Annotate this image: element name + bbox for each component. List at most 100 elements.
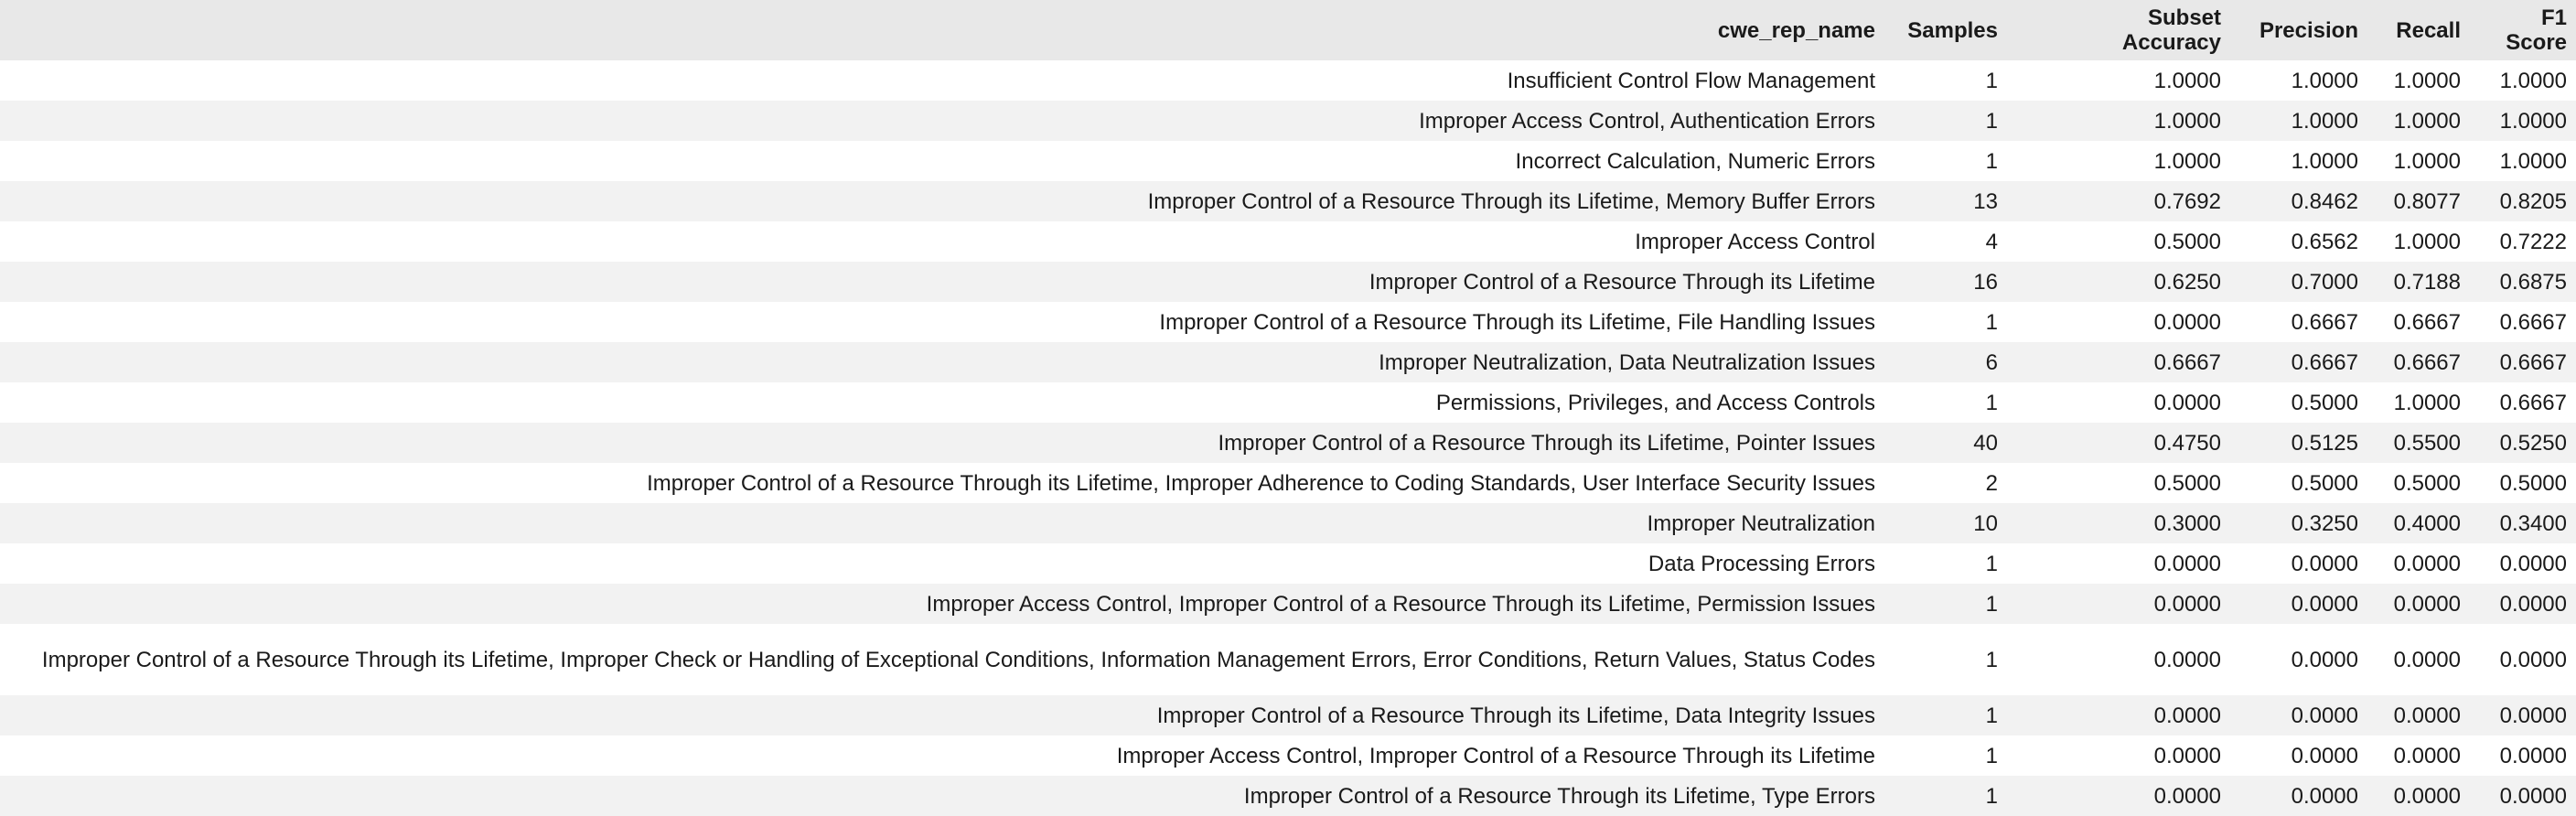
cell-precision: 0.5125 xyxy=(2291,430,2358,456)
cell-recall: 0.6667 xyxy=(2393,309,2461,335)
table-row: Insufficient Control Flow Management 1 1.0… xyxy=(0,60,2576,101)
cell-subset-accuracy: 0.0000 xyxy=(2153,647,2221,672)
cell-precision: 0.5000 xyxy=(2291,390,2358,415)
cell-recall: 0.0000 xyxy=(2393,591,2461,617)
cell-f1-score: 0.6667 xyxy=(2499,309,2567,335)
cell-samples: 4 xyxy=(1985,229,1998,254)
cell-subset-accuracy: 0.0000 xyxy=(2153,309,2221,335)
cell-samples: 1 xyxy=(1985,743,1998,768)
cell-samples: 16 xyxy=(1973,269,1998,295)
cell-recall: 0.7188 xyxy=(2393,269,2461,295)
cell-f1-score: 0.0000 xyxy=(2499,591,2567,617)
column-header-subset-accuracy[interactable]: Subset Accuracy xyxy=(2007,0,2230,60)
cell-precision: 0.8462 xyxy=(2291,188,2358,214)
cell-precision: 0.3250 xyxy=(2291,510,2358,536)
cell-samples: 1 xyxy=(1985,390,1998,415)
cell-recall: 0.0000 xyxy=(2393,783,2461,809)
cell-name: Improper Control of a Resource Through i… xyxy=(1156,703,1875,728)
cell-subset-accuracy: 0.0000 xyxy=(2153,703,2221,728)
column-header-samples[interactable]: Samples xyxy=(1884,0,2007,60)
cell-samples: 2 xyxy=(1985,470,1998,496)
table-row: Improper Control of a Resource Through i… xyxy=(0,776,2576,816)
cell-precision: 0.0000 xyxy=(2291,703,2358,728)
cell-recall: 0.5500 xyxy=(2393,430,2461,456)
column-header-precision[interactable]: Precision xyxy=(2230,0,2367,60)
cell-precision: 0.0000 xyxy=(2291,551,2358,576)
cell-name: Improper Access Control, Improper Contro… xyxy=(1116,743,1875,768)
cell-name: Improper Control of a Resource Through i… xyxy=(1147,188,1875,214)
cell-subset-accuracy: 0.0000 xyxy=(2153,743,2221,768)
cell-name: Improper Control of a Resource Through i… xyxy=(1368,269,1875,295)
cell-samples: 10 xyxy=(1973,510,1998,536)
cell-f1-score: 1.0000 xyxy=(2499,108,2567,134)
cell-subset-accuracy: 0.0000 xyxy=(2153,390,2221,415)
cell-recall: 0.0000 xyxy=(2393,551,2461,576)
cell-precision: 1.0000 xyxy=(2291,68,2358,93)
cell-name: Improper Access Control xyxy=(1635,229,1875,254)
cell-f1-score: 0.5000 xyxy=(2499,470,2567,496)
cell-samples: 13 xyxy=(1973,188,1998,214)
cell-subset-accuracy: 1.0000 xyxy=(2153,108,2221,134)
cell-samples: 1 xyxy=(1985,591,1998,617)
cell-recall: 1.0000 xyxy=(2393,148,2461,174)
cell-f1-score: 0.0000 xyxy=(2499,647,2567,672)
cell-recall: 0.0000 xyxy=(2393,647,2461,672)
cell-samples: 1 xyxy=(1985,703,1998,728)
cell-subset-accuracy: 0.0000 xyxy=(2153,783,2221,809)
cell-name: Improper Control of a Resource Through i… xyxy=(1218,430,1875,456)
cell-f1-score: 1.0000 xyxy=(2499,148,2567,174)
cell-recall: 0.8077 xyxy=(2393,188,2461,214)
cell-subset-accuracy: 0.4750 xyxy=(2153,430,2221,456)
cell-samples: 40 xyxy=(1973,430,1998,456)
cell-name: Improper Access Control, Improper Contro… xyxy=(926,591,1875,617)
cell-f1-score: 0.0000 xyxy=(2499,703,2567,728)
table-row: Improper Control of a Resource Through i… xyxy=(0,423,2576,463)
cell-f1-score: 0.6667 xyxy=(2499,390,2567,415)
cell-samples: 1 xyxy=(1985,309,1998,335)
cell-precision: 0.6667 xyxy=(2291,349,2358,375)
table-body: Insufficient Control Flow Management 1 1.0… xyxy=(0,60,2576,816)
cell-precision: 0.0000 xyxy=(2291,783,2358,809)
cell-name: Improper Neutralization xyxy=(1647,510,1875,536)
cell-subset-accuracy: 0.7692 xyxy=(2153,188,2221,214)
cell-name: Improper Control of a Resource Through i… xyxy=(647,470,1875,496)
cell-subset-accuracy: 1.0000 xyxy=(2153,68,2221,93)
table-row: Data Processing Errors 1 0.0000 0.0000 0.000… xyxy=(0,543,2576,584)
cell-subset-accuracy: 0.5000 xyxy=(2153,229,2221,254)
cell-name: Improper Control of a Resource Through i… xyxy=(1159,309,1875,335)
cell-subset-accuracy: 0.3000 xyxy=(2153,510,2221,536)
results-table: cwe_rep_name Samples Subset Accuracy Prec… xyxy=(0,0,2576,816)
cell-precision: 0.0000 xyxy=(2291,743,2358,768)
column-header-f1-score-line2: Score xyxy=(2506,30,2567,55)
cell-recall: 1.0000 xyxy=(2393,108,2461,134)
cell-f1-score: 0.0000 xyxy=(2499,551,2567,576)
column-header-name[interactable]: cwe_rep_name xyxy=(0,0,1884,60)
table-row: Permissions, Privileges, and Access Cont… xyxy=(0,382,2576,423)
cell-precision: 0.7000 xyxy=(2291,269,2358,295)
table-row: Improper Control of a Resource Through i… xyxy=(0,302,2576,342)
cell-f1-score: 0.7222 xyxy=(2499,229,2567,254)
cell-recall: 0.5000 xyxy=(2393,470,2461,496)
cell-f1-score: 0.0000 xyxy=(2499,783,2567,809)
column-header-f1-score[interactable]: F1 Score xyxy=(2470,0,2576,60)
cell-subset-accuracy: 0.6667 xyxy=(2153,349,2221,375)
cell-subset-accuracy: 1.0000 xyxy=(2153,148,2221,174)
cell-recall: 0.0000 xyxy=(2393,703,2461,728)
table-row: Improper Neutralization, Data Neutraliza… xyxy=(0,342,2576,382)
column-header-recall[interactable]: Recall xyxy=(2367,0,2470,60)
cell-f1-score: 1.0000 xyxy=(2499,68,2567,93)
cell-name: Improper Control of a Resource Through i… xyxy=(41,647,1875,672)
cell-samples: 1 xyxy=(1985,68,1998,93)
cell-f1-score: 0.6875 xyxy=(2499,269,2567,295)
column-header-f1-score-line1: F1 xyxy=(2540,5,2567,30)
cell-recall: 0.0000 xyxy=(2393,743,2461,768)
cell-name: Incorrect Calculation, Numeric Errors xyxy=(1515,148,1875,174)
cell-precision: 0.0000 xyxy=(2291,591,2358,617)
column-header-subset-accuracy-line1: Subset xyxy=(2147,5,2221,30)
cell-samples: 1 xyxy=(1985,783,1998,809)
cell-f1-score: 0.6667 xyxy=(2499,349,2567,375)
cell-precision: 0.6562 xyxy=(2291,229,2358,254)
cell-f1-score: 0.5250 xyxy=(2499,430,2567,456)
cell-subset-accuracy: 0.0000 xyxy=(2153,591,2221,617)
cell-samples: 6 xyxy=(1985,349,1998,375)
